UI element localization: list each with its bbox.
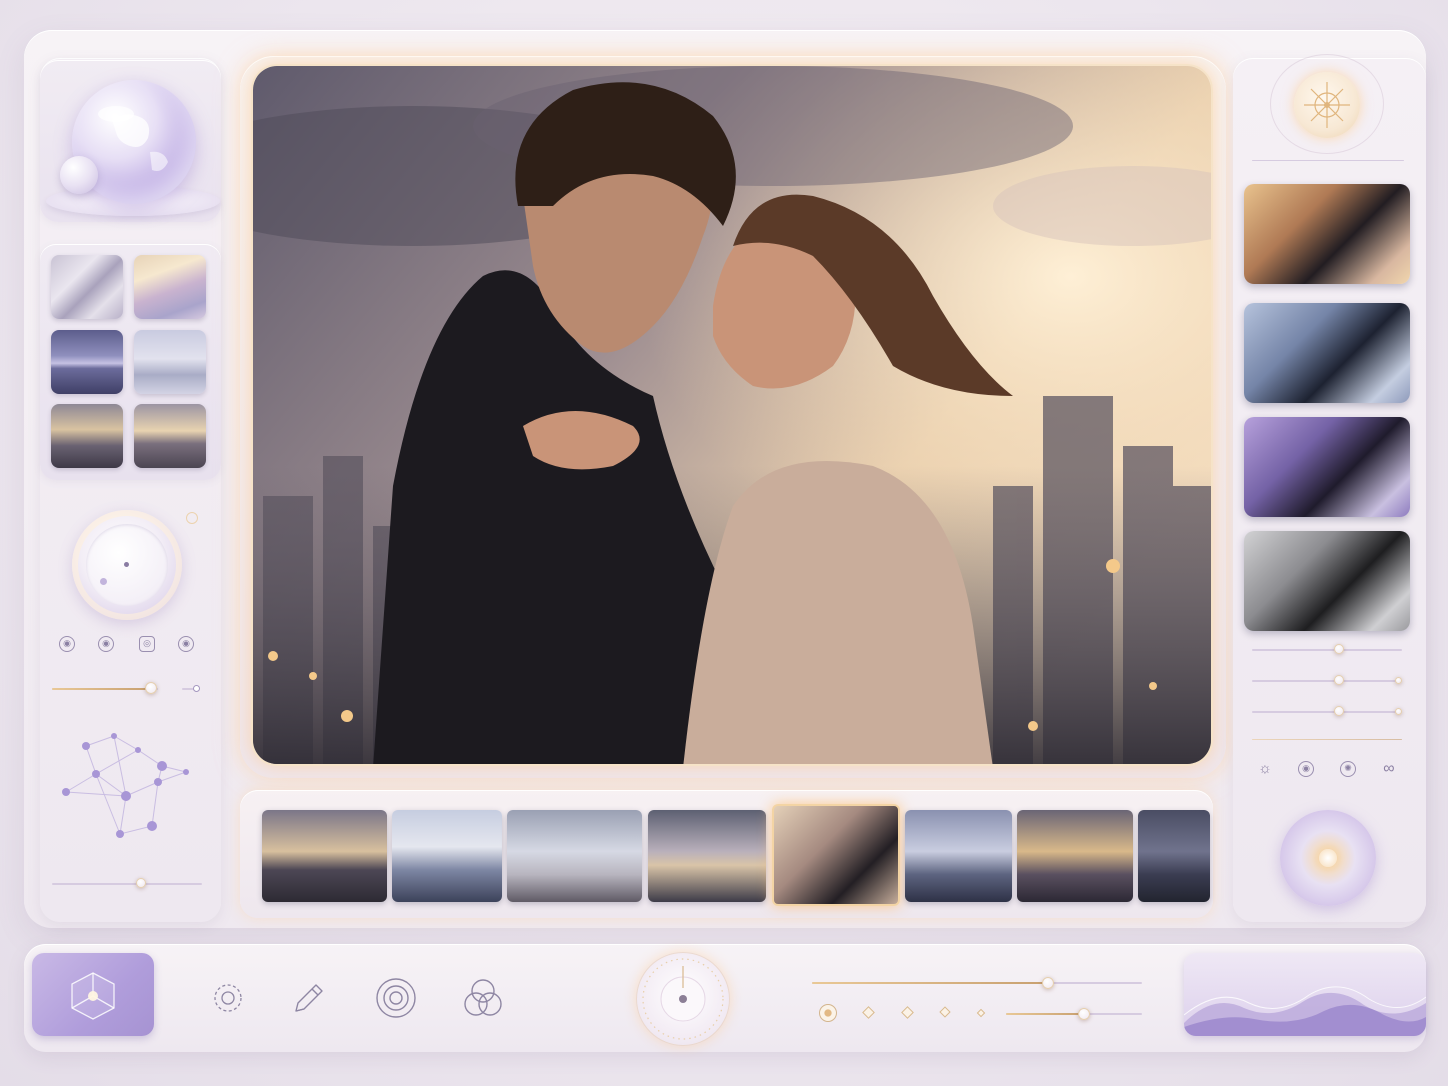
network-graph-icon [62,733,189,838]
variant-cool-blue[interactable] [1244,303,1410,403]
toolbar-slider-fill-2 [1006,1013,1084,1015]
sun-icon[interactable]: ☼ [1257,761,1273,777]
variant-warm-golden[interactable] [1244,184,1410,284]
target-icon-right[interactable]: ◉ [1298,761,1314,777]
filmstrip-frame-golden-spires[interactable] [1017,810,1133,902]
right-slider-track-1[interactable] [1252,649,1402,651]
waveform-tile[interactable] [1184,953,1426,1036]
toolbar-slider-knob-1[interactable] [1042,977,1054,989]
spark-icon[interactable]: ✺ [1340,761,1356,777]
right-slider-end-2[interactable] [1395,677,1402,684]
preset-silver-waves[interactable] [51,255,123,319]
filmstrip-frame-penthouse-interior[interactable] [507,810,642,902]
filmstrip-frame-embrace[interactable] [772,804,900,906]
rings-icon[interactable] [374,976,418,1020]
right-slider-end-3[interactable] [1395,708,1402,715]
preset-sunset-street[interactable] [51,404,123,468]
preset-golden-waves[interactable] [134,255,206,319]
filmstrip-frame-city-towers[interactable] [905,810,1012,902]
dial-marker-dot [100,578,107,585]
preset-misty-city[interactable] [134,330,206,394]
infinity-icon[interactable]: ∞ [1381,761,1397,777]
toolbar-record-icon[interactable] [819,1004,837,1022]
dial-indicator [186,512,198,524]
right-slider-knob-3[interactable] [1334,706,1344,716]
right-slider-track-3[interactable] [1252,711,1402,713]
small-sphere-icon [60,156,98,194]
main-photo[interactable] [251,64,1213,766]
right-slider-track-2[interactable] [1252,680,1402,682]
eye-icon[interactable]: ◉ [59,636,75,652]
preset-violet-horizon[interactable] [51,330,123,394]
toolbar-slider-fill-1 [812,982,1048,984]
eye-icon-2[interactable]: ◉ [178,636,194,652]
left-mini-knob[interactable] [193,685,200,692]
preset-golden-boulevard[interactable] [134,404,206,468]
left-bottom-slider-knob[interactable] [136,878,146,888]
left-bottom-slider-track[interactable] [52,883,202,885]
pen-icon[interactable] [288,979,328,1019]
filmstrip-frame-tower-dusk[interactable] [648,810,766,902]
cube-icon [71,972,115,1020]
dial-center-dot [124,562,129,567]
compass-icon[interactable] [1294,72,1360,138]
light-disc-center [1319,849,1337,867]
overlap-icon[interactable] [459,976,507,1020]
right-slider-knob-2[interactable] [1334,675,1344,685]
waveform-icon [1184,986,1426,1036]
right-divider-gold [1252,739,1402,740]
settings-icon[interactable] [210,980,246,1016]
capture-dial[interactable] [636,952,730,1046]
right-divider [1252,160,1404,161]
target-icon[interactable]: ◉ [98,636,114,652]
cube-tile[interactable] [32,953,154,1036]
frame-icon[interactable]: ◎ [139,636,155,652]
filmstrip-frame-night-boulevard[interactable] [1138,810,1210,902]
filmstrip-frame-harbor-figure[interactable] [392,810,502,902]
filmstrip-frame-sunset-skyline[interactable] [262,810,387,902]
variant-violet-night[interactable] [1244,417,1410,517]
variant-monochrome[interactable] [1244,531,1410,631]
left-slider-fill [52,688,150,690]
right-slider-knob-1[interactable] [1334,644,1344,654]
toolbar-slider-knob-2[interactable] [1078,1008,1090,1020]
left-slider-knob[interactable] [145,682,157,694]
